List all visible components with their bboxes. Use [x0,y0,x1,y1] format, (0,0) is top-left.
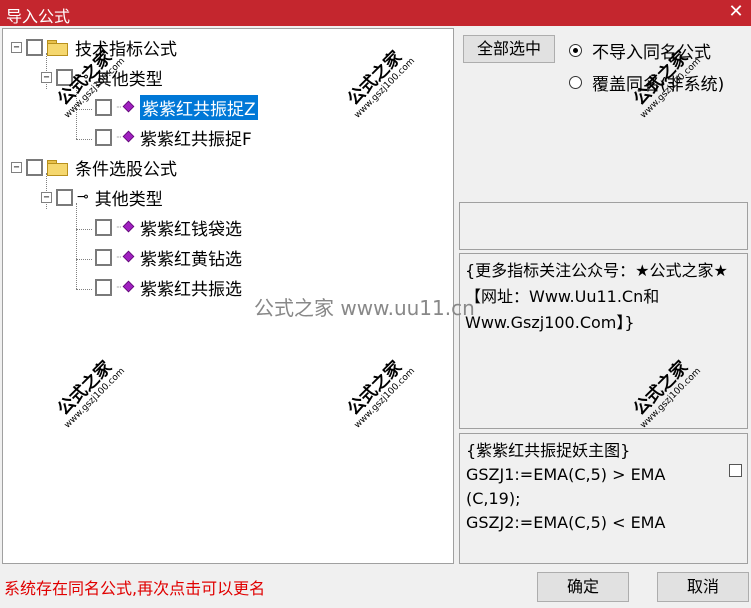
tree-connector [76,109,92,110]
close-icon[interactable]: ✕ [725,1,747,23]
formula-info-text: {更多指标关注公众号：★公式之家★ 【网址：Www.Uu11.Cn和Www.Gs… [465,261,728,332]
tree-node-label: 其他类型 [94,189,163,210]
key-icon: ⊸ [77,189,89,205]
tree-node-other-types[interactable]: − ⊸ 其他类型 [41,64,163,90]
tree-node-label: 紫紫红黄钻选 [140,249,242,270]
radio-button[interactable] [569,76,582,89]
tree-node-technical-indicators[interactable]: − 技术指标公式 [11,34,177,60]
title-bar: 导入公式 ✕ [0,0,751,26]
tree-node-checkbox[interactable] [95,218,112,236]
tree-connector [76,259,92,260]
formula-gem-icon: ··· [116,250,135,264]
tree-node-checkbox[interactable] [95,128,112,146]
radio-label: 不导入同名公式 [592,43,711,63]
tree-node-label: 其他类型 [94,69,163,90]
tree-node-checkbox[interactable] [26,158,43,176]
tree-node-checkbox[interactable] [56,188,73,206]
tree-node-other-types[interactable]: − ⊸ 其他类型 [41,184,163,210]
tree-connector [76,289,92,290]
formula-gem-icon: ··· [116,100,135,114]
code-panel-checkbox[interactable] [729,464,742,477]
tree-connector [76,229,92,230]
tree-node-formula[interactable]: ··· 紫紫红共振选 [93,274,242,300]
collapse-toggle-icon[interactable]: − [11,41,22,53]
formula-gem-icon: ··· [116,220,135,234]
tree-node-label: 紫紫红钱袋选 [140,219,242,240]
radio-no-import[interactable]: 不导入同名公式 [569,38,711,63]
tree-node-label: 条件选股公式 [75,159,177,180]
tree-node-label: 紫紫红共振选 [140,279,242,300]
tree-connector [76,83,77,139]
folder-icon [47,40,68,56]
folder-icon [47,160,68,176]
formula-gem-icon: ··· [116,130,135,144]
collapse-toggle-icon[interactable]: − [41,71,52,83]
collapse-toggle-icon[interactable]: − [41,191,52,203]
window-title: 导入公式 [6,7,71,26]
collapse-toggle-icon[interactable]: − [11,161,22,173]
tree-node-checkbox[interactable] [95,278,112,296]
tree-node-formula[interactable]: ··· 紫紫红黄钻选 [93,244,242,270]
ok-button[interactable]: 确定 [537,572,629,602]
select-all-button[interactable]: 全部选中 [463,35,555,63]
empty-field [459,202,748,250]
tree-node-checkbox[interactable] [56,68,73,86]
tree-node-stock-selection[interactable]: − 条件选股公式 [11,154,177,180]
tree-node-checkbox[interactable] [26,38,43,56]
radio-button[interactable] [569,44,582,57]
tree-node-label: 紫紫红共振捉Z [140,94,258,120]
tree-node-formula[interactable]: ··· 紫紫红共振捉F [93,124,252,150]
formula-code-text: {紫紫红共振捉妖主图} GSZJ1:=EMA(C,5) > EMA (C,19)… [466,441,666,532]
key-icon: ⊸ [77,69,89,85]
radio-overwrite[interactable]: 覆盖同名(非系统) [569,70,724,95]
tree-node-formula[interactable]: ··· 紫紫红钱袋选 [93,214,242,240]
tree-node-checkbox[interactable] [95,98,112,116]
tree-node-label: 技术指标公式 [75,39,177,60]
formula-tree: − 技术指标公式 − ⊸ 其他类型 ··· 紫紫红共振捉Z ··· 紫紫红共振捉… [2,28,454,564]
status-message: 系统存在同名公式,再次点击可以更名 [4,579,266,598]
tree-connector [76,203,77,289]
tree-node-checkbox[interactable] [95,248,112,266]
formula-gem-icon: ··· [116,280,135,294]
radio-label: 覆盖同名(非系统) [592,75,725,95]
tree-node-formula[interactable]: ··· 紫紫红共振捉Z [93,94,258,120]
tree-connector [76,139,92,140]
tree-node-label: 紫紫红共振捉F [140,129,252,150]
cancel-button[interactable]: 取消 [657,572,749,602]
